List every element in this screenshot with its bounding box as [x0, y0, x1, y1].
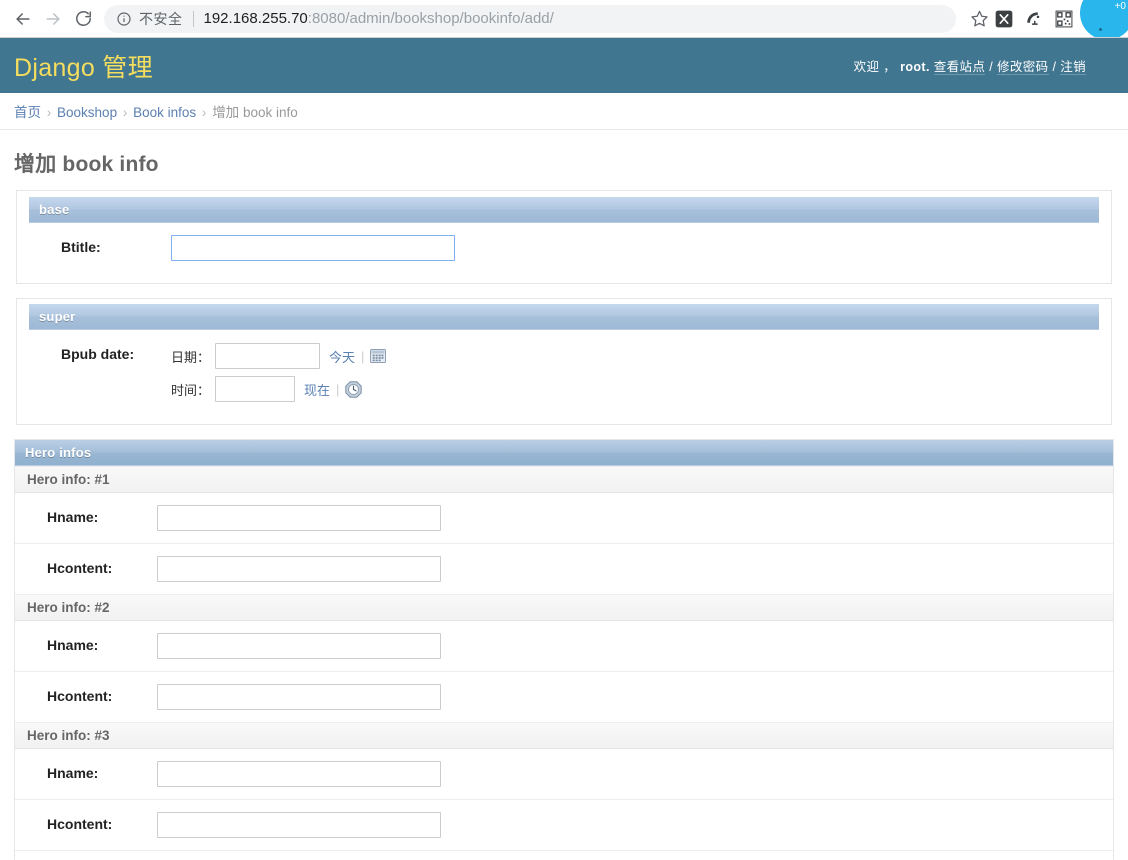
django-admin-page: Django 管理 欢迎 ， root. 查看站点 / 修改密码 / 注销 首页…	[0, 38, 1128, 860]
time-line: 时间： 现在 |	[171, 376, 386, 403]
today-shortcut-link[interactable]: 今天	[329, 347, 355, 366]
inline-hero-info-1: Hero info: #1 Hname: Hcontent:	[15, 466, 1113, 595]
extension-qrcode-icon[interactable]	[1049, 4, 1079, 34]
extension-satellite-icon[interactable]	[1019, 4, 1049, 34]
calendar-icon[interactable]	[370, 348, 387, 364]
inline-hero-info-3: Hero info: #3 Hname: Hcontent:	[15, 722, 1113, 851]
fieldset-super-legend: super	[29, 304, 1099, 331]
date-pipe-separator: |	[361, 348, 365, 364]
clock-icon[interactable]	[345, 380, 363, 398]
notification-bubble-dot	[1099, 28, 1102, 31]
extension-icons	[989, 4, 1079, 34]
toolbar-divider	[1087, 9, 1088, 28]
btitle-input[interactable]	[171, 234, 455, 261]
form-row-hname-1: Hname:	[15, 493, 1113, 545]
bpub-date-input[interactable]	[215, 343, 321, 370]
breadcrumb-home[interactable]: 首页	[14, 105, 41, 120]
url-path: :8080/admin/bookshop/bookinfo/add/	[307, 10, 554, 27]
label-hcontent-1: Hcontent:	[47, 560, 113, 577]
user-tools-separator-2: /	[1052, 60, 1057, 74]
breadcrumb-separator-1: ›	[46, 105, 52, 120]
view-site-link[interactable]: 查看站点	[933, 60, 986, 75]
form-row-btitle: Btitle:	[29, 222, 1099, 273]
hname-input-2[interactable]	[157, 633, 441, 660]
label-hname-3: Hname:	[47, 765, 99, 782]
breadcrumb-app-bookshop[interactable]: Bookshop	[57, 105, 117, 120]
extension-x-icon[interactable]	[989, 4, 1019, 34]
label-hcontent-3: Hcontent:	[47, 816, 113, 833]
fieldset-base-legend: base	[29, 196, 1099, 223]
form-row-hname-3: Hname:	[15, 749, 1113, 801]
date-line: 日期： 今天 |	[171, 343, 387, 370]
welcome-text: 欢迎 ，	[853, 60, 897, 74]
breadcrumb-separator-2: ›	[122, 105, 128, 120]
address-bar[interactable]: 不安全 192.168.255.70:8080/admin/bookshop/b…	[104, 4, 956, 33]
bpub-time-input[interactable]	[215, 376, 296, 403]
inline-heading-3: Hero info: #3	[15, 722, 1113, 750]
hname-input-1[interactable]	[157, 505, 441, 532]
page-title: 增加 book info	[14, 153, 159, 176]
reload-button[interactable]	[68, 4, 98, 34]
hcontent-input-3[interactable]	[157, 812, 441, 839]
datetime-widget: 日期： 今天 | 时间： 现在 |	[171, 342, 387, 403]
label-bpub-date: Bpub date:	[61, 346, 135, 363]
add-another-row: 添加另一个 Hero info	[15, 850, 1113, 860]
logout-link[interactable]: 注销	[1060, 60, 1086, 75]
inline-heading-1: Hero info: #1	[15, 466, 1113, 494]
book-info-form: base Btitle: super Bpub date: 日期： 今天 | 时…	[14, 190, 1114, 860]
form-row-hname-2: Hname:	[15, 621, 1113, 673]
forward-button[interactable]	[38, 4, 68, 34]
reload-icon	[74, 9, 93, 28]
label-hname-2: Hname:	[47, 637, 99, 654]
inline-group-legend: Hero infos	[15, 440, 1113, 467]
security-status-label: 不安全	[139, 10, 183, 27]
content-area: 增加 book info base Btitle: super Bpub dat…	[0, 130, 1128, 860]
arrow-right-icon	[43, 9, 63, 29]
inline-group-hero-infos: Hero infos Hero info: #1 Hname: Hcontent…	[14, 439, 1114, 860]
time-label: 时间：	[171, 382, 211, 398]
info-circle-icon[interactable]	[116, 11, 132, 27]
bookmark-star-icon[interactable]	[970, 9, 989, 28]
inline-hero-info-2: Hero info: #2 Hname: Hcontent:	[15, 594, 1113, 723]
breadcrumb-separator-3: ›	[201, 105, 207, 120]
fieldset-super: super Bpub date: 日期： 今天 | 时间： 现在 |	[16, 297, 1112, 426]
hcontent-input-1[interactable]	[157, 556, 441, 583]
back-button[interactable]	[8, 4, 38, 34]
browser-toolbar: 不安全 192.168.255.70:8080/admin/bookshop/b…	[0, 0, 1128, 38]
user-tools-separator-1: /	[989, 60, 994, 74]
now-shortcut-link[interactable]: 现在	[304, 380, 330, 399]
label-hname-1: Hname:	[47, 509, 99, 526]
hname-input-3[interactable]	[157, 761, 441, 788]
url-text: 192.168.255.70:8080/admin/bookshop/booki…	[204, 10, 554, 27]
change-password-link[interactable]: 修改密码	[996, 60, 1049, 75]
breadcrumb-model-bookinfos[interactable]: Book infos	[133, 105, 196, 120]
date-label: 日期：	[171, 349, 211, 365]
breadcrumb: 首页 › Bookshop › Book infos › 增加 book inf…	[0, 93, 1128, 130]
time-pipe-separator: |	[336, 381, 340, 397]
form-row-hcontent-3: Hcontent:	[15, 800, 1113, 851]
username-label: root.	[900, 60, 930, 74]
breadcrumb-current: 增加 book info	[212, 105, 298, 120]
django-header: Django 管理 欢迎 ， root. 查看站点 / 修改密码 / 注销	[0, 38, 1128, 93]
form-row-hcontent-2: Hcontent:	[15, 672, 1113, 723]
url-host: 192.168.255.70	[203, 10, 308, 27]
inline-heading-2: Hero info: #2	[15, 594, 1113, 622]
hcontent-input-2[interactable]	[157, 684, 441, 711]
omnibox-divider	[192, 10, 194, 27]
form-row-hcontent-1: Hcontent:	[15, 544, 1113, 595]
branding: Django 管理	[14, 48, 153, 84]
label-btitle: Btitle:	[61, 238, 101, 255]
site-title[interactable]: Django 管理	[14, 48, 153, 84]
label-hcontent-2: Hcontent:	[47, 688, 113, 705]
fieldset-base: base Btitle:	[16, 190, 1112, 284]
arrow-left-icon	[13, 9, 33, 29]
form-row-bpub-date: Bpub date: 日期： 今天 | 时间： 现在 |	[29, 330, 1099, 415]
user-tools: 欢迎 ， root. 查看站点 / 修改密码 / 注销	[854, 56, 1088, 75]
